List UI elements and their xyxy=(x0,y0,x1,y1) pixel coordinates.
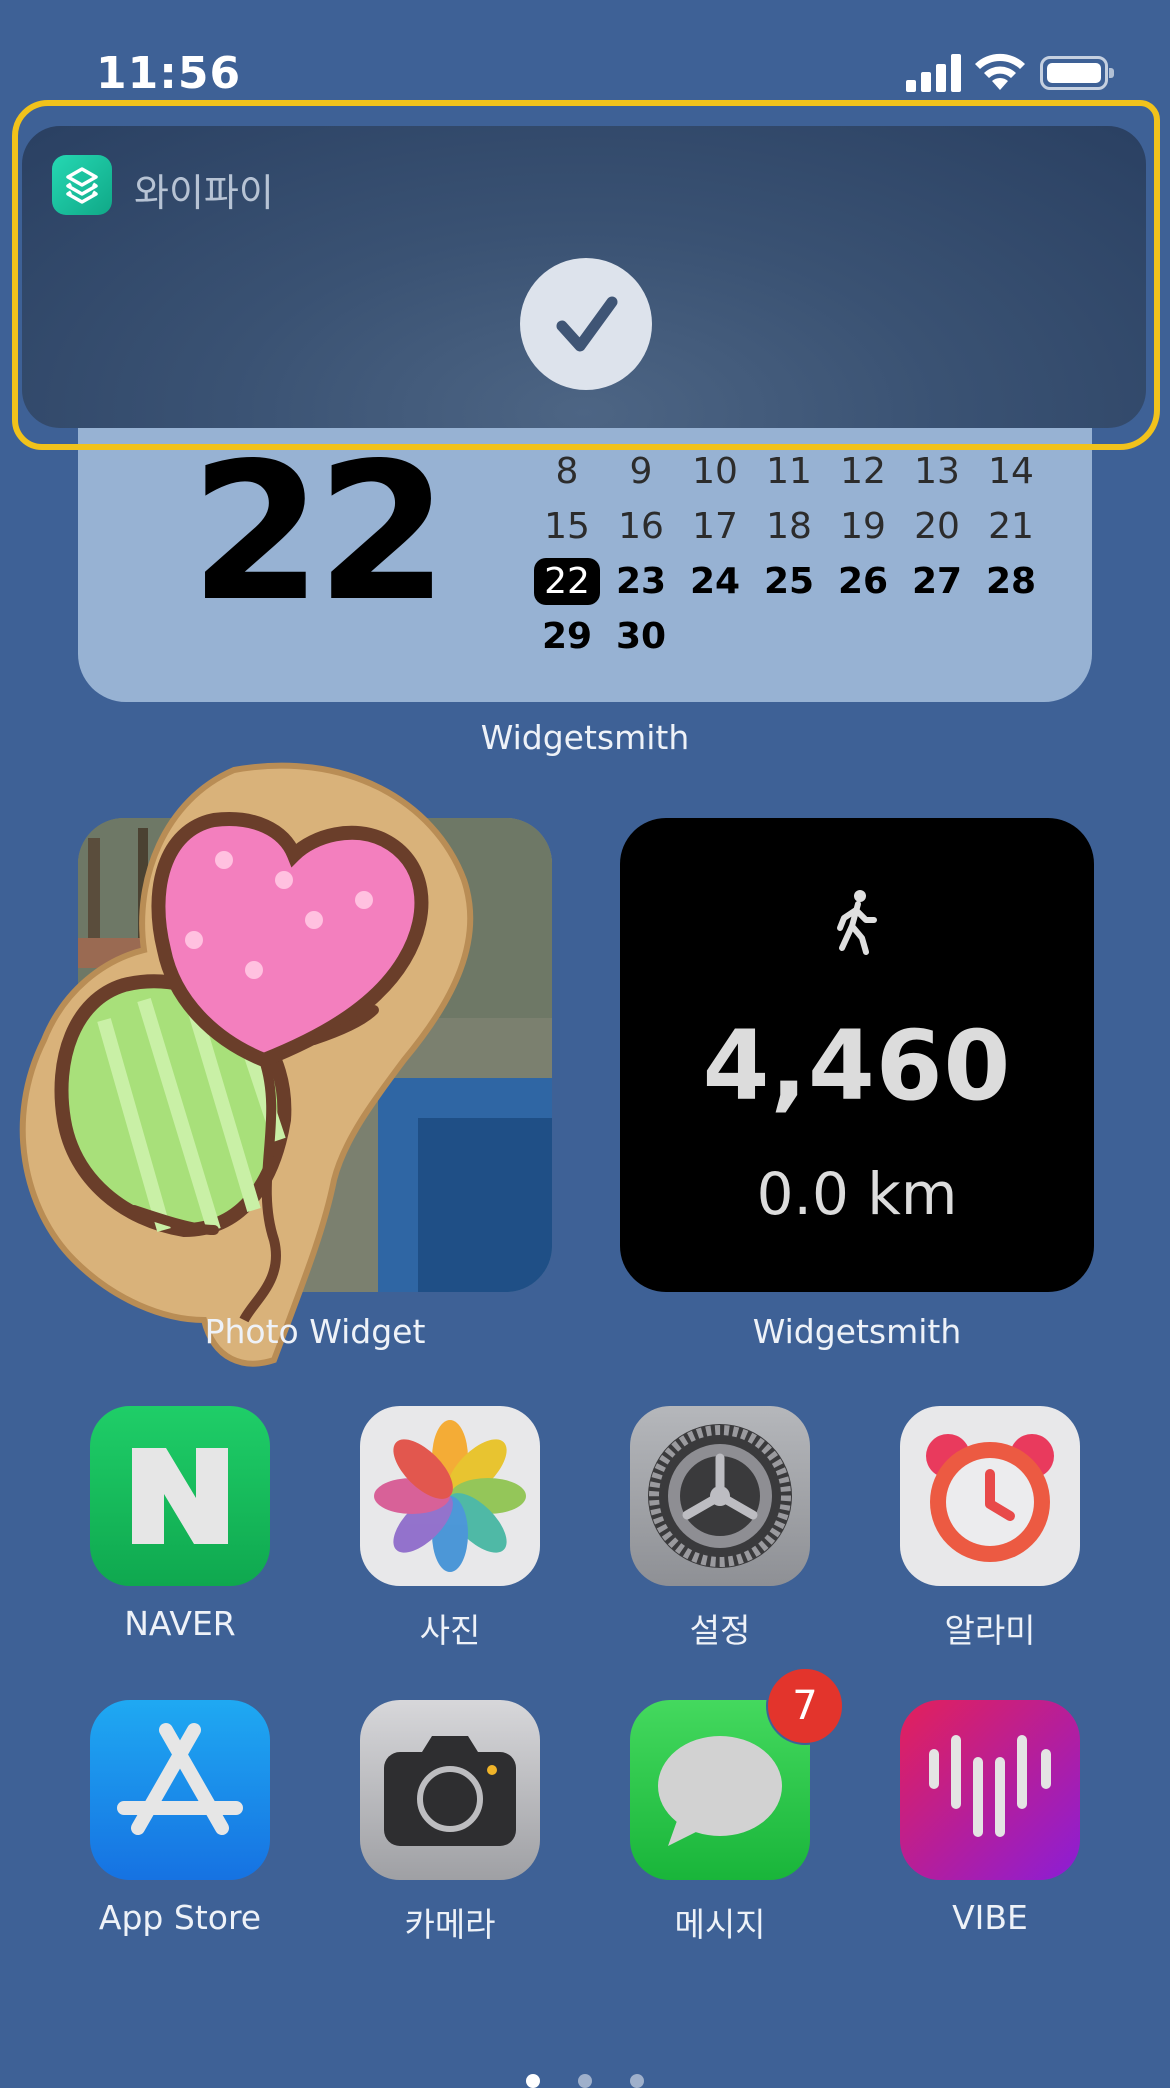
calendar-day: 16 xyxy=(618,506,664,547)
naver-icon xyxy=(132,1448,228,1544)
calendar-day: 14 xyxy=(988,451,1034,492)
app-label: 메시지 xyxy=(674,1905,766,1944)
calendar-day: 12 xyxy=(840,451,886,492)
page-indicator-dot[interactable] xyxy=(630,2074,644,2088)
app-store-app[interactable] xyxy=(90,1700,270,1880)
steps-widget-label: Widgetsmith xyxy=(752,1312,962,1351)
balloons-sticker xyxy=(19,762,474,1367)
app-label: 사진 xyxy=(419,1611,481,1650)
photos-icon xyxy=(374,1420,526,1572)
cellular-signal-icon xyxy=(906,54,962,92)
calendar-day: 18 xyxy=(766,506,812,547)
vibe-app[interactable] xyxy=(900,1700,1080,1880)
calendar-day: 30 xyxy=(615,616,667,657)
walking-person-icon xyxy=(837,890,877,955)
calendar-day: 26 xyxy=(837,561,889,602)
vibe-icon xyxy=(929,1735,1051,1837)
calendar-day: 27 xyxy=(911,561,963,602)
calendar-today: 22 xyxy=(534,558,600,605)
highlight-annotation xyxy=(12,100,1160,450)
naver-app[interactable] xyxy=(90,1406,270,1586)
app-label: 알라미 xyxy=(944,1611,1036,1650)
alarmy-app[interactable] xyxy=(900,1406,1080,1586)
calendar-day: 10 xyxy=(692,451,738,492)
calendar-day: 20 xyxy=(914,506,960,547)
calendar-day: 17 xyxy=(692,506,738,547)
alarmy-icon xyxy=(926,1434,1054,1562)
calendar-day: 23 xyxy=(615,561,667,602)
wifi-icon xyxy=(975,53,1025,90)
calendar-day: 9 xyxy=(629,451,653,492)
camera-app[interactable] xyxy=(360,1700,540,1880)
calendar-day: 21 xyxy=(988,506,1034,547)
app-store-icon xyxy=(117,1723,243,1835)
calendar-grid: 8 9 10 11 12 13 14 15 16 17 18 19 20 21 … xyxy=(530,444,1050,664)
app-label: NAVER xyxy=(124,1604,236,1643)
camera-icon xyxy=(384,1736,516,1846)
calendar-week-row: 8 9 10 11 12 13 14 xyxy=(530,444,1050,499)
settings-app[interactable] xyxy=(630,1406,810,1586)
calendar-day: 11 xyxy=(766,451,812,492)
calendar-widget-label: Widgetsmith xyxy=(480,718,690,757)
calendar-day: 24 xyxy=(689,561,741,602)
calendar-week-row: 15 16 17 18 19 20 21 xyxy=(530,499,1050,554)
battery-icon xyxy=(1040,56,1114,90)
calendar-big-day: 22 xyxy=(190,422,448,643)
notification-badge: 7 xyxy=(766,1667,844,1745)
calendar-week-row: 29 30 xyxy=(530,609,1050,664)
photo-widget-label: Photo Widget xyxy=(204,1312,426,1351)
page-indicator-dot[interactable] xyxy=(526,2074,540,2088)
app-label: 설정 xyxy=(689,1611,751,1650)
photos-app[interactable] xyxy=(360,1406,540,1586)
page-indicator-dot[interactable] xyxy=(578,2074,592,2088)
calendar-day: 29 xyxy=(541,616,593,657)
status-time: 11:56 xyxy=(96,48,242,99)
calendar-day: 25 xyxy=(763,561,815,602)
calendar-day: 19 xyxy=(840,506,886,547)
app-label: 카메라 xyxy=(404,1905,496,1944)
app-label: VIBE xyxy=(952,1898,1028,1937)
calendar-day: 15 xyxy=(544,506,590,547)
calendar-day: 8 xyxy=(555,451,579,492)
calendar-day: 28 xyxy=(985,561,1037,602)
calendar-week-row: 22 23 24 25 26 27 28 xyxy=(530,554,1050,609)
steps-distance: 0.0 km xyxy=(756,1160,958,1228)
calendar-day: 13 xyxy=(914,451,960,492)
settings-icon xyxy=(648,1424,792,1568)
steps-count: 4,460 xyxy=(702,1010,1012,1122)
app-label: App Store xyxy=(98,1898,262,1937)
